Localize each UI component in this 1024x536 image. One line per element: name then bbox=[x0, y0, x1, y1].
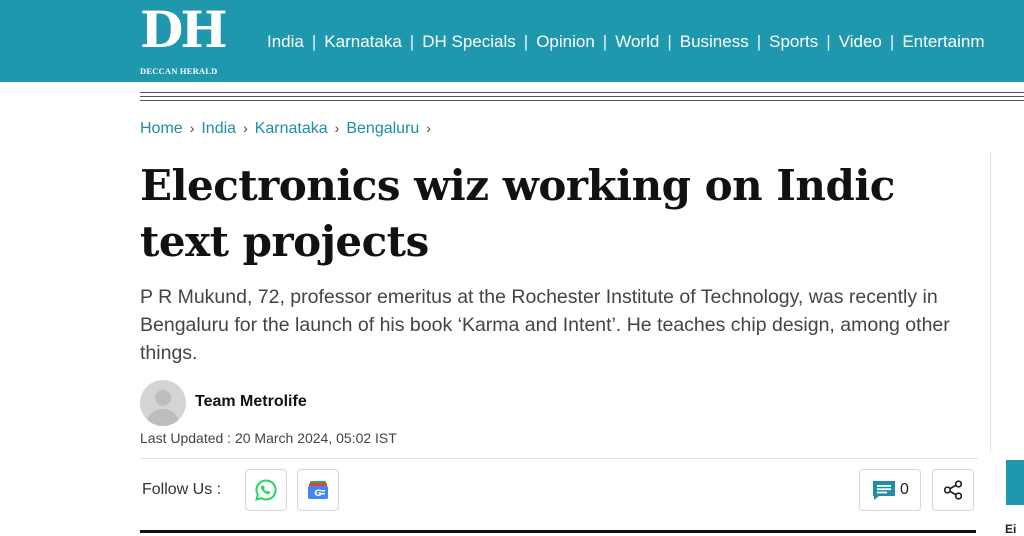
chevron-right-icon: › bbox=[189, 120, 195, 136]
last-updated: Last Updated : 20 March 2024, 05:02 IST bbox=[140, 430, 397, 446]
comments-button[interactable]: 0 bbox=[859, 469, 921, 511]
nav-separator: | bbox=[667, 32, 672, 51]
nav-separator: | bbox=[602, 32, 608, 51]
header-rule-middle bbox=[140, 96, 1024, 97]
svg-text:G: G bbox=[314, 489, 321, 499]
nav-item-business[interactable]: Business bbox=[672, 30, 757, 54]
deccan-herald-logo[interactable]: DH DECCAN HERALD bbox=[140, 0, 228, 77]
comment-count: 0 bbox=[900, 481, 909, 498]
nav-separator: | bbox=[311, 32, 317, 51]
nav-separator: | bbox=[889, 32, 895, 51]
breadcrumb-bengaluru[interactable]: Bengaluru bbox=[346, 120, 419, 137]
nav-item-entertainment[interactable]: Entertainm bbox=[894, 30, 992, 54]
nav-item-dh-specials[interactable]: DH Specials bbox=[414, 30, 524, 54]
sidebar-divider bbox=[990, 152, 991, 452]
author-name[interactable]: Team Metrolife bbox=[195, 393, 307, 411]
share-icon bbox=[943, 480, 963, 500]
main-nav: India | Karnataka | DH Specials | Opinion | Worl… bbox=[259, 30, 993, 54]
share-button[interactable] bbox=[932, 469, 974, 511]
comment-icon bbox=[873, 481, 896, 500]
nav-item-karnataka[interactable]: Karnataka bbox=[316, 30, 410, 54]
follow-us-label: Follow Us : bbox=[142, 481, 222, 498]
nav-item-sports[interactable]: Sports bbox=[761, 30, 826, 54]
nav-separator: | bbox=[523, 32, 529, 51]
user-avatar-icon[interactable] bbox=[140, 380, 186, 426]
article-headline: Electronics wiz working on Indic text pr… bbox=[140, 161, 895, 266]
breadcrumb-home[interactable]: Home bbox=[140, 120, 183, 137]
whatsapp-icon bbox=[255, 479, 277, 501]
header-rule-bottom bbox=[140, 100, 1024, 101]
nav-item-video[interactable]: Video bbox=[831, 30, 890, 54]
nav-item-india[interactable]: India bbox=[259, 30, 312, 54]
nav-separator: | bbox=[826, 32, 831, 51]
article-summary: P R Mukund, 72, professor emeritus at th… bbox=[140, 286, 950, 364]
nav-separator: | bbox=[756, 32, 762, 51]
breadcrumb-india[interactable]: India bbox=[201, 120, 236, 137]
breadcrumb: Home › India › Karnataka › Bengaluru › bbox=[140, 118, 438, 139]
google-news-follow-button[interactable]: G bbox=[297, 469, 339, 511]
whatsapp-follow-button[interactable] bbox=[245, 469, 287, 511]
chevron-right-icon: › bbox=[243, 120, 248, 136]
chevron-right-icon: › bbox=[426, 120, 431, 136]
google-news-icon: G bbox=[308, 481, 328, 499]
sidebar-teal-block[interactable] bbox=[1006, 460, 1024, 505]
logo-name: DECCAN HERALD bbox=[140, 66, 218, 76]
nav-item-opinion[interactable]: Opinion bbox=[528, 30, 603, 54]
sidebar-partial-text: Ei bbox=[1005, 522, 1017, 536]
logo-mark: DH bbox=[140, 0, 228, 59]
header-rule-top bbox=[140, 92, 1024, 93]
chevron-right-icon: › bbox=[334, 120, 340, 136]
breadcrumb-karnataka[interactable]: Karnataka bbox=[255, 120, 328, 137]
nav-separator: | bbox=[409, 32, 415, 51]
byline-divider bbox=[140, 458, 978, 459]
site-header: DH DECCAN HERALD India | Karnataka | DH Spec… bbox=[0, 0, 1024, 82]
nav-item-world[interactable]: World bbox=[607, 30, 667, 54]
